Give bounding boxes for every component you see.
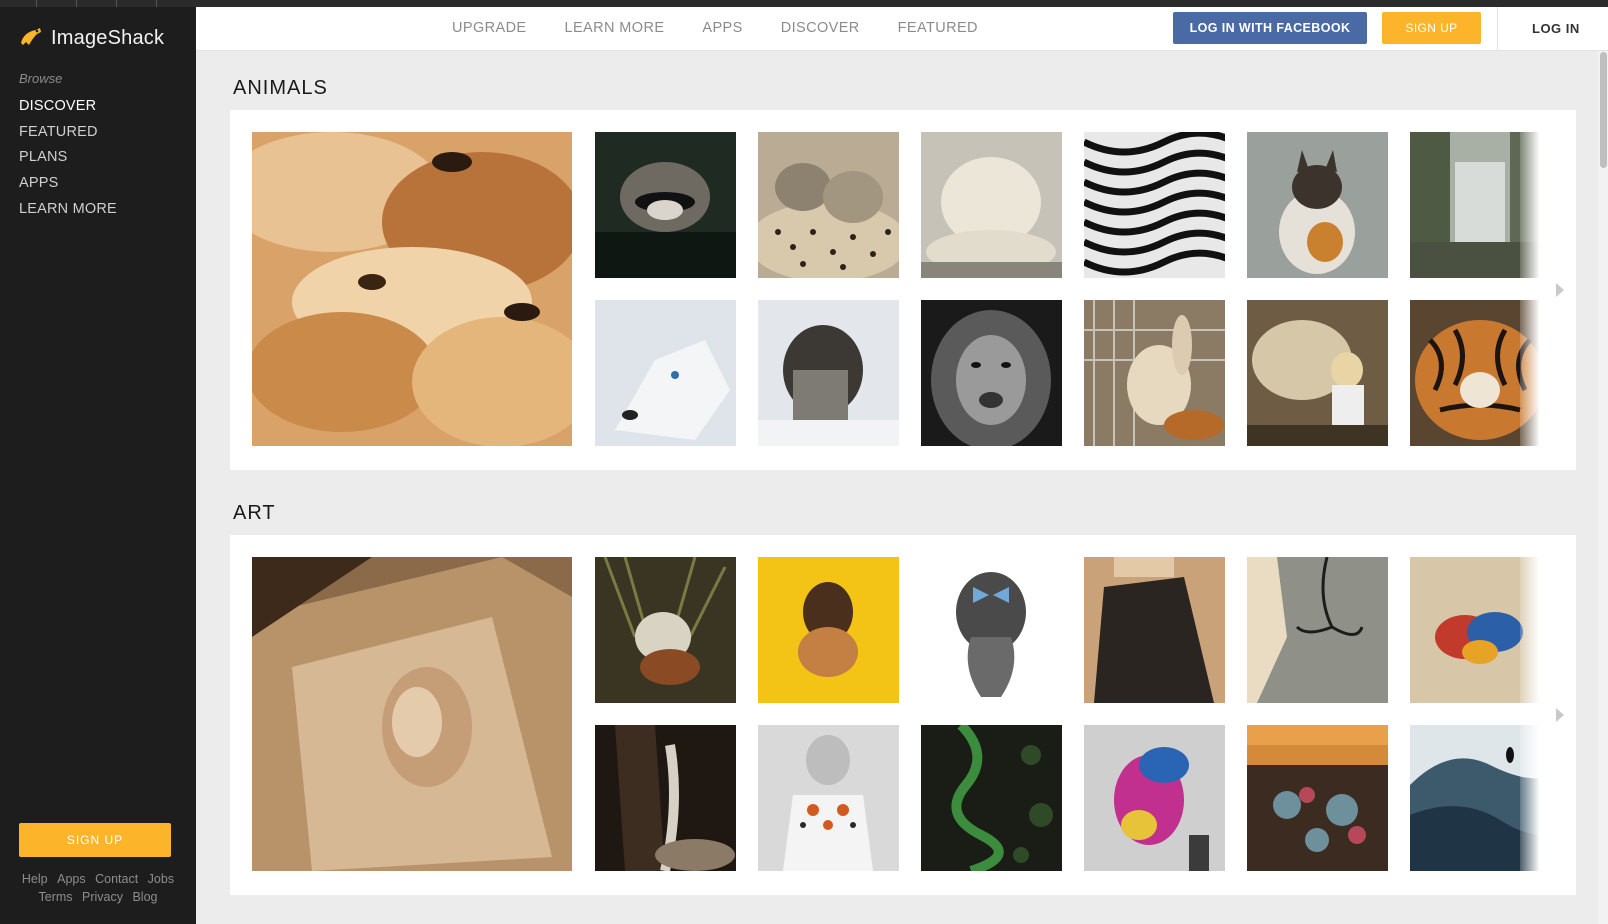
next-arrow-icon[interactable]	[1556, 283, 1564, 297]
top-header: UPGRADE LEARN MORE APPS DISCOVER FEATURE…	[196, 7, 1608, 51]
header-signup-button[interactable]: SIGN UP	[1382, 12, 1481, 44]
image-tile-cheetahs[interactable]	[758, 132, 899, 278]
sidebar-signup-button[interactable]: SIGN UP	[19, 823, 171, 857]
footer-link-terms[interactable]: Terms	[38, 890, 72, 904]
sidebar-item-learn-more[interactable]: LEARN MORE	[19, 197, 117, 223]
sidebar-footer: Help Apps Contact Jobs Terms Privacy Blo…	[0, 870, 196, 906]
gallery-fade	[1520, 110, 1576, 470]
nav-apps[interactable]: APPS	[702, 20, 742, 36]
sidebar: ImageShack Browse DISCOVER FEATURED PLAN…	[0, 7, 196, 924]
sidebar-nav: DISCOVER FEATURED PLANS APPS LEARN MORE	[19, 94, 117, 222]
nav-upgrade[interactable]: UPGRADE	[452, 20, 527, 36]
login-link[interactable]: LOG IN	[1532, 21, 1580, 36]
image-tile-girl-sheep[interactable]	[1247, 300, 1388, 446]
scrollbar-thumb[interactable]	[1600, 52, 1607, 168]
gallery-fade	[1520, 535, 1576, 895]
footer-link-jobs[interactable]: Jobs	[148, 872, 174, 886]
browse-label: Browse	[19, 71, 63, 86]
image-tile-tree-roots[interactable]	[1247, 725, 1388, 871]
image-tile-tree-silhouette[interactable]	[1247, 557, 1388, 703]
image-tile-lion-face[interactable]	[921, 300, 1062, 446]
image-tile-green-snake[interactable]	[921, 725, 1062, 871]
sidebar-item-apps[interactable]: APPS	[19, 171, 117, 197]
footer-link-apps[interactable]: Apps	[57, 872, 86, 886]
image-tile-white-lion[interactable]	[921, 132, 1062, 278]
image-tile-raccoon[interactable]	[595, 132, 736, 278]
gallery-art	[230, 535, 1576, 895]
image-tile-kitten[interactable]	[1247, 132, 1388, 278]
next-arrow-icon[interactable]	[1556, 708, 1564, 722]
logo[interactable]: ImageShack	[19, 25, 164, 52]
sidebar-item-featured[interactable]: FEATURED	[19, 120, 117, 146]
nav-discover[interactable]: DISCOVER	[781, 20, 860, 36]
section-title-animals: ANIMALS	[233, 77, 328, 99]
nav-featured[interactable]: FEATURED	[898, 20, 978, 36]
footer-link-blog[interactable]: Blog	[132, 890, 157, 904]
image-tile-peacock-art[interactable]	[1084, 725, 1225, 871]
footer-link-contact[interactable]: Contact	[95, 872, 138, 886]
image-tile-white-wolf[interactable]	[595, 300, 736, 446]
image-tile-rabbit[interactable]	[1084, 300, 1225, 446]
gallery-animals	[230, 110, 1576, 470]
image-tile-puppies[interactable]	[252, 132, 572, 446]
header-divider	[1497, 7, 1498, 51]
top-window-strip	[0, 0, 1608, 7]
facebook-login-button[interactable]: LOG IN WITH FACEBOOK	[1173, 12, 1367, 44]
image-tile-zebras[interactable]	[1084, 132, 1225, 278]
sidebar-item-discover[interactable]: DISCOVER	[19, 94, 117, 120]
image-tile-fox-painting[interactable]	[595, 557, 736, 703]
image-tile-lace-dress[interactable]	[1084, 557, 1225, 703]
footer-link-help[interactable]: Help	[22, 872, 48, 886]
footer-link-privacy[interactable]: Privacy	[82, 890, 123, 904]
image-tile-hair-bow[interactable]	[921, 557, 1062, 703]
image-tile-woman-yellow[interactable]	[758, 557, 899, 703]
image-tile-embroidered-shirt[interactable]	[758, 725, 899, 871]
section-title-art: ART	[233, 502, 276, 524]
frog-icon	[19, 25, 43, 52]
image-tile-woman-sculpture[interactable]	[252, 557, 572, 871]
scrollbar-track[interactable]	[1598, 51, 1608, 924]
nav-learn-more[interactable]: LEARN MORE	[565, 20, 665, 36]
image-tile-cat-scarf[interactable]	[758, 300, 899, 446]
sidebar-item-plans[interactable]: PLANS	[19, 145, 117, 171]
top-nav: UPGRADE LEARN MORE APPS DISCOVER FEATURE…	[452, 7, 978, 49]
image-tile-waterfall-painting[interactable]	[595, 725, 736, 871]
logo-text: ImageShack	[51, 27, 165, 49]
